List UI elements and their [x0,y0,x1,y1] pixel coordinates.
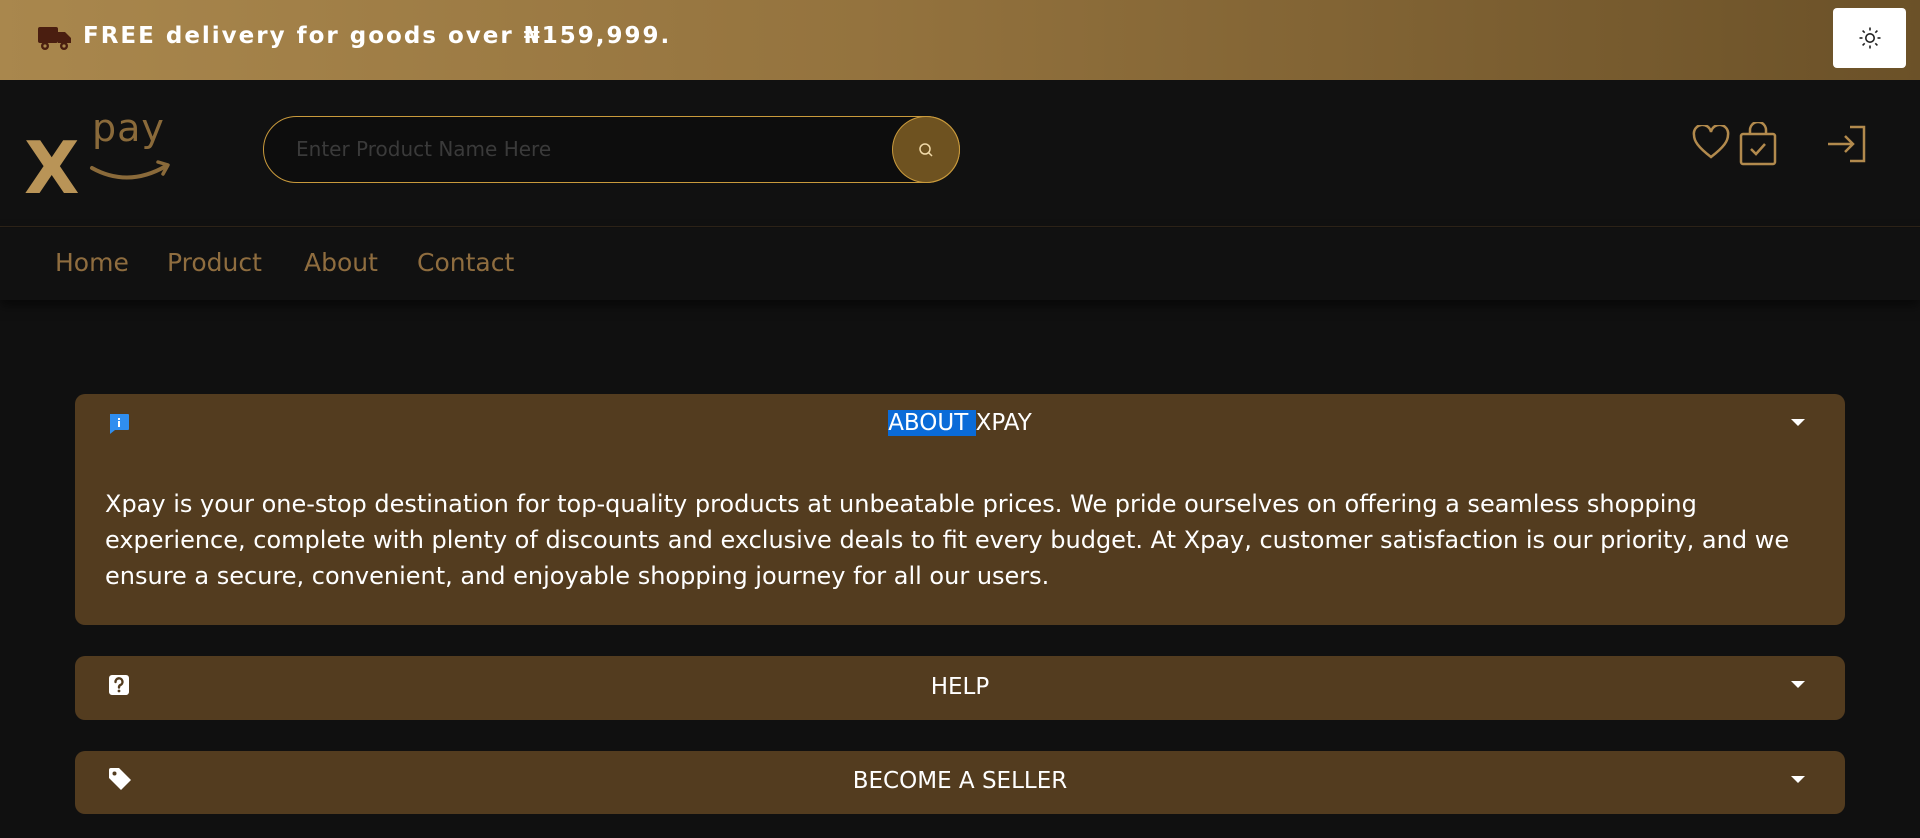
accordion-help-title: HELP [930,674,990,700]
nav-contact[interactable]: Contact [417,248,514,277]
search-button[interactable] [892,116,960,183]
site-header: X pay [0,80,1920,227]
chevron-down-icon [1791,776,1805,783]
logo-smile-icon [90,160,170,180]
theme-toggle-button[interactable] [1833,8,1906,68]
promo-banner: FREE delivery for goods over ₦159,999. [0,0,1920,80]
chevron-down-icon [1791,419,1805,426]
chevron-down-icon [1791,681,1805,688]
logo-mark: X [24,126,80,210]
accordion-about-body: Xpay is your one-stop destination for to… [105,490,1790,590]
accordion-seller-header[interactable]: BECOME A SELLER [75,751,1845,811]
selected-text: ABOUT [888,410,976,436]
search-icon [919,142,933,157]
nav-about[interactable]: About [304,248,378,277]
xpay-logo[interactable]: X pay [24,106,174,204]
accordion-seller: BECOME A SELLER [75,751,1845,814]
heart-icon[interactable] [1692,125,1730,161]
accordion-help-header[interactable]: HELP [75,656,1845,716]
sun-icon [1859,27,1880,49]
accordion-about-header[interactable]: ABOUT XPAY [75,394,1845,454]
search-input[interactable] [296,117,856,181]
accordion-about: ABOUT XPAY Xpay is your one-stop destina… [75,394,1845,625]
nav-product[interactable]: Product [167,248,262,277]
promo-text: FREE delivery for goods over ₦159,999. [83,23,672,49]
nav-home[interactable]: Home [55,248,129,277]
login-icon[interactable] [1826,125,1868,163]
shopping-bag-icon[interactable] [1739,122,1777,166]
logo-wordmark: pay [92,106,165,150]
title-rest: XPAY [975,410,1032,436]
accordion-seller-title: BECOME A SELLER [852,768,1068,794]
truck-icon [38,27,71,50]
accordion-about-title: ABOUT XPAY [75,410,1845,436]
search-bar [263,116,960,183]
main-nav: Home Product About Contact [0,228,1920,300]
accordion-help: HELP [75,656,1845,720]
